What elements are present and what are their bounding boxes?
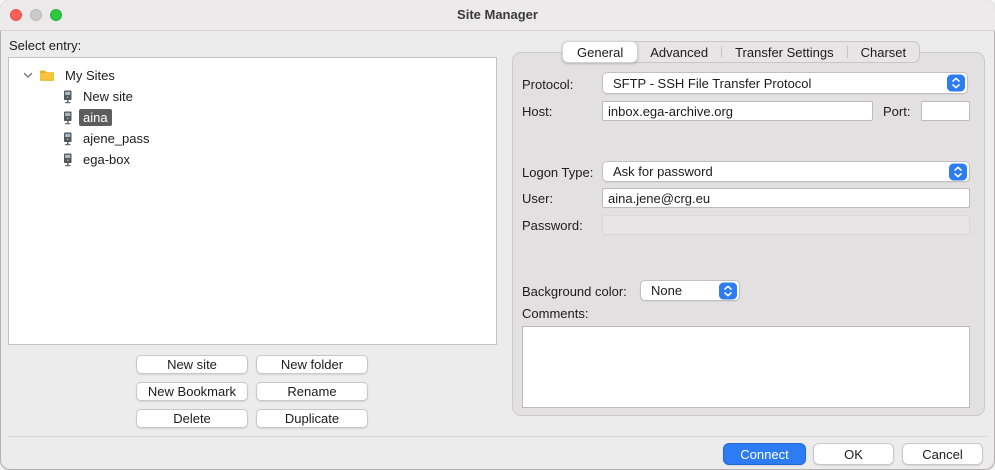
background-color-value: None [651, 283, 683, 298]
tree-item-label: ega-box [83, 152, 130, 167]
protocol-select[interactable]: SFTP - SSH File Transfer Protocol [602, 72, 968, 94]
new-bookmark-button[interactable]: New Bookmark [136, 382, 248, 401]
background-color-select[interactable]: None [640, 280, 740, 301]
port-label: Port: [883, 104, 911, 119]
tree-item-ajene-pass[interactable]: ajene_pass [9, 128, 496, 149]
up-down-chevrons-icon [947, 74, 965, 92]
tree-action-buttons: New site New folder New Bookmark Rename … [136, 355, 368, 428]
tree-item-label: ajene_pass [83, 131, 150, 146]
server-icon [63, 111, 73, 125]
tree-item-aina[interactable]: aina [9, 107, 496, 128]
password-input [602, 215, 970, 235]
logon-type-label: Logon Type: [522, 165, 594, 180]
comments-textarea[interactable] [522, 326, 970, 408]
host-input[interactable] [602, 101, 873, 121]
user-label: User: [522, 191, 554, 206]
password-label: Password: [522, 218, 583, 233]
server-icon [63, 132, 73, 146]
user-input[interactable] [602, 188, 970, 208]
new-site-button[interactable]: New site [136, 355, 248, 374]
connect-button[interactable]: Connect [723, 443, 806, 465]
cancel-button[interactable]: Cancel [902, 443, 983, 465]
up-down-chevrons-icon [719, 282, 737, 299]
new-folder-button[interactable]: New folder [256, 355, 368, 374]
tree-item-label: aina [79, 109, 112, 126]
site-tree: My Sites New site aina ajene_pass ega-bo… [8, 57, 497, 345]
titlebar: Site Manager [0, 0, 995, 31]
server-icon [63, 90, 73, 104]
rename-button[interactable]: Rename [256, 382, 368, 401]
disclosure-chevron-icon[interactable] [23, 72, 33, 79]
port-input[interactable] [921, 101, 970, 121]
folder-icon [39, 69, 55, 82]
tab-advanced[interactable]: Advanced [637, 42, 721, 62]
host-label: Host: [522, 104, 553, 119]
up-down-chevrons-icon [949, 163, 967, 180]
protocol-label: Protocol: [522, 77, 574, 92]
footer-separator [8, 436, 987, 437]
tree-item-my-sites[interactable]: My Sites [9, 65, 496, 86]
site-manager-dialog: Site Manager Select entry: My Sites New … [0, 0, 995, 470]
logon-type-select[interactable]: Ask for password [602, 161, 970, 182]
tabbar: General Advanced Transfer Settings Chars… [562, 41, 921, 63]
duplicate-button[interactable]: Duplicate [256, 409, 368, 428]
tree-item-new-site[interactable]: New site [9, 86, 496, 107]
protocol-value: SFTP - SSH File Transfer Protocol [613, 75, 812, 91]
logon-type-value: Ask for password [613, 164, 713, 179]
window-title: Site Manager [457, 7, 538, 22]
server-icon [63, 153, 73, 167]
comments-label: Comments: [522, 306, 589, 321]
select-entry-label: Select entry: [9, 38, 82, 53]
tab-general[interactable]: General [562, 41, 639, 63]
ok-button[interactable]: OK [813, 443, 894, 465]
tree-item-label: New site [83, 89, 133, 104]
tab-charset[interactable]: Charset [848, 42, 920, 62]
tab-transfer-settings[interactable]: Transfer Settings [722, 42, 847, 62]
tree-item-ega-box[interactable]: ega-box [9, 149, 496, 170]
delete-button[interactable]: Delete [136, 409, 248, 428]
tree-item-label: My Sites [65, 68, 115, 83]
background-color-label: Background color: [522, 284, 627, 299]
